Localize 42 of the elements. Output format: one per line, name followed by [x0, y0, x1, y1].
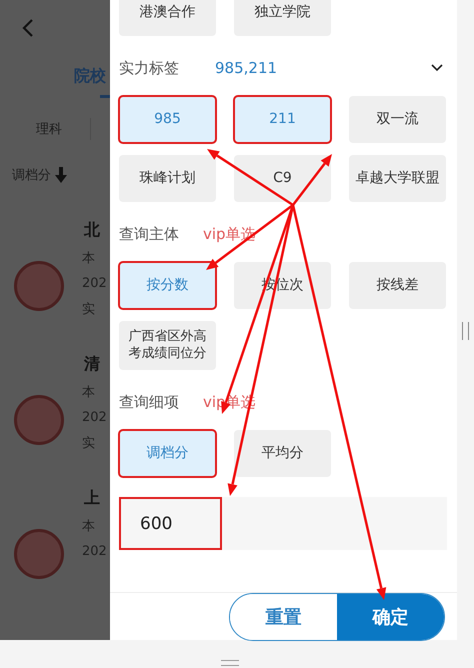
- filter-chip[interactable]: C9: [234, 155, 331, 202]
- filter-chip[interactable]: 珠峰计划: [119, 155, 216, 202]
- section-title: 查询主体: [119, 224, 179, 244]
- school-info: 本: [82, 384, 96, 401]
- filter-chip[interactable]: 广西省区外高考成绩同位分: [119, 321, 216, 370]
- filter-chip[interactable]: 卓越大学联盟: [349, 155, 446, 202]
- chevron-down-icon[interactable]: [431, 64, 443, 72]
- score-input[interactable]: 600: [119, 497, 447, 550]
- filter-chip[interactable]: 按分数: [119, 262, 216, 309]
- section-title: 查询细项: [119, 392, 179, 412]
- down-arrow-icon[interactable]: [55, 167, 67, 183]
- back-icon[interactable]: [22, 18, 34, 38]
- school-info: 实: [82, 435, 96, 452]
- confirm-button[interactable]: 确定: [337, 594, 444, 640]
- filter-chip[interactable]: 平均分: [234, 430, 331, 477]
- school-name[interactable]: 清: [84, 354, 110, 375]
- subject-filter[interactable]: 理科: [36, 120, 62, 138]
- school-info: 202: [82, 410, 107, 425]
- school-info: 202: [82, 544, 107, 559]
- sort-label[interactable]: 调档分: [12, 166, 51, 184]
- school-info: 实: [82, 301, 96, 318]
- filter-chip[interactable]: 调档分: [119, 430, 216, 477]
- filter-chip[interactable]: 独立学院: [234, 0, 331, 36]
- logo-icon: [14, 395, 64, 445]
- drag-handle-icon[interactable]: [462, 322, 469, 340]
- logo-icon: [14, 529, 64, 579]
- filter-chip[interactable]: 211: [234, 96, 331, 143]
- resize-handle-icon[interactable]: [221, 660, 239, 666]
- school-info: 本: [82, 518, 96, 535]
- filter-chip[interactable]: 双一流: [349, 96, 446, 143]
- selected-value: 985,211: [215, 59, 278, 77]
- section-title: 实力标签: [119, 58, 179, 78]
- filter-chip[interactable]: 港澳合作: [119, 0, 216, 36]
- school-info: 202: [82, 276, 107, 291]
- filter-chip[interactable]: 985: [119, 96, 216, 143]
- school-info: 本: [82, 250, 96, 267]
- school-name[interactable]: 北: [84, 220, 110, 241]
- logo-icon: [14, 261, 64, 311]
- school-name[interactable]: 上: [84, 488, 110, 509]
- tab-indicator: [100, 95, 110, 98]
- input-value: 600: [119, 497, 222, 550]
- filter-chip[interactable]: 按线差: [349, 262, 446, 309]
